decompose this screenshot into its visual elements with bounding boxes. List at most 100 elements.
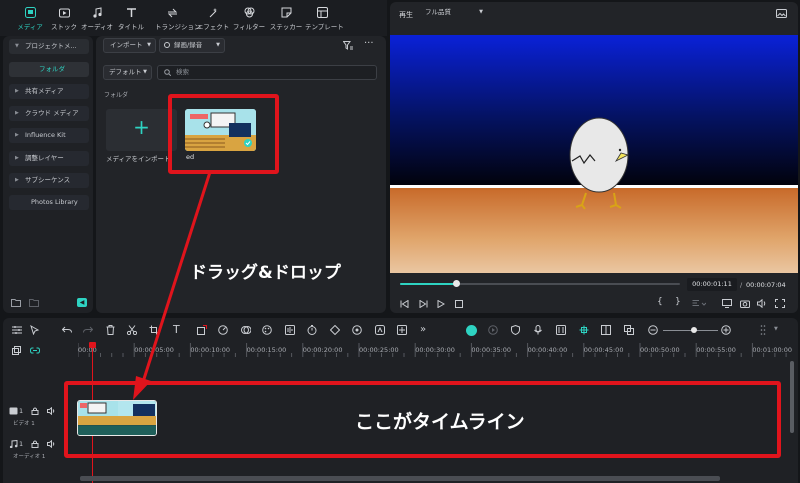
zoom-in-icon[interactable]	[721, 325, 731, 335]
folder-icon[interactable]	[29, 298, 39, 307]
mark-in-icon[interactable]: {	[657, 297, 663, 307]
sort-dropdown[interactable]: デフォルト ▼	[103, 65, 152, 80]
motion-tracking-icon[interactable]	[352, 325, 362, 335]
search-input[interactable]: 検索	[157, 65, 377, 80]
mask-icon[interactable]	[241, 325, 251, 335]
delete-trash-icon[interactable]	[106, 325, 115, 335]
previous-frame-icon[interactable]	[400, 300, 409, 308]
zoom-slider-handle[interactable]	[691, 327, 697, 333]
stop-icon[interactable]	[455, 300, 463, 308]
collapse-sidebar-button[interactable]: ◀	[77, 298, 87, 307]
import-media-tile[interactable]: +	[106, 109, 177, 151]
crop-icon[interactable]	[149, 325, 159, 335]
overlay-icon[interactable]	[624, 325, 634, 335]
shield-marker-icon[interactable]	[511, 325, 520, 335]
chevron-down-icon: ▼	[143, 69, 147, 75]
playback-progress-track[interactable]	[400, 280, 680, 287]
snapshot-image-icon[interactable]	[776, 9, 787, 18]
toolbar-stock[interactable]: ストック	[47, 7, 81, 31]
ruler-time-label: 00:00:10:00	[190, 346, 231, 354]
lock-track-icon[interactable]	[31, 440, 39, 448]
camera-icon[interactable]	[740, 299, 750, 308]
stabilize-icon[interactable]	[397, 325, 407, 335]
toolbar-sticker[interactable]: ステッカー	[269, 7, 303, 31]
sidebar-item-project-media[interactable]: ▼ プロジェクトメ...	[9, 39, 89, 54]
timeline-vertical-scrollbar[interactable]	[790, 361, 794, 433]
add-track-icon[interactable]	[12, 346, 21, 355]
more-options-icon[interactable]: ···	[364, 38, 374, 49]
undo-icon[interactable]	[62, 326, 72, 334]
toolbar-template[interactable]: テンプレート	[305, 7, 344, 31]
display-monitor-icon[interactable]	[722, 299, 732, 308]
video-preview	[390, 35, 798, 273]
annotation-box-clip	[168, 94, 279, 174]
sidebar-item-cloud-media[interactable]: ▶ クラウド メディア	[9, 106, 89, 121]
audio-track-volume-icon[interactable]	[47, 440, 56, 448]
auto-highlight-toggle[interactable]	[466, 325, 477, 336]
toolbar-effect[interactable]: エフェクト	[196, 7, 230, 31]
search-icon	[164, 69, 171, 76]
new-folder-icon[interactable]	[11, 298, 21, 307]
record-dropdown[interactable]: 録画/録音 ▼	[159, 38, 225, 53]
current-time-display[interactable]: 00:00:01:11	[687, 278, 737, 291]
caret-right-icon: ▶	[15, 155, 19, 161]
ai-tool-icon[interactable]	[375, 325, 385, 335]
microphone-icon[interactable]	[534, 325, 542, 335]
mark-out-icon[interactable]: }	[675, 297, 681, 307]
split-screen-icon[interactable]	[601, 325, 611, 335]
transform-icon[interactable]	[197, 325, 207, 335]
link-icon[interactable]	[30, 346, 40, 355]
sidebar-item-influence-kit[interactable]: ▶ Influence Kit	[9, 128, 89, 143]
video-track-volume-icon[interactable]	[47, 407, 56, 415]
toolbar-transition[interactable]: トランジション	[155, 7, 201, 31]
audio-mixer-icon[interactable]	[556, 325, 566, 335]
layout-grid-icon[interactable]	[12, 326, 22, 334]
sidebar-item-subsequence[interactable]: ▶ サブシーケンス	[9, 173, 89, 188]
playhead-handle[interactable]	[89, 342, 96, 348]
keyframe-icon[interactable]	[330, 325, 340, 335]
import-dropdown[interactable]: インポート ▼	[103, 38, 156, 53]
play-icon[interactable]	[437, 300, 445, 308]
import-media-label: メディアをインポート	[106, 155, 171, 163]
fullscreen-icon[interactable]	[775, 299, 785, 308]
sidebar-item-adjustment-layer[interactable]: ▶ 調整レイヤー	[9, 151, 89, 166]
sidebar-item-shared-media[interactable]: ▶ 共有メディア	[9, 84, 89, 99]
chevron-down-icon: ▼	[147, 42, 151, 48]
redo-icon[interactable]	[83, 326, 93, 334]
scissors-icon[interactable]	[127, 325, 137, 335]
speed-icon[interactable]	[218, 325, 228, 335]
select-cursor-icon[interactable]	[30, 325, 40, 335]
render-preview-icon[interactable]	[488, 325, 498, 335]
more-dropdown-icon[interactable]: ▼	[774, 326, 778, 332]
timer-icon[interactable]	[307, 325, 317, 335]
snap-magnet-icon[interactable]	[579, 325, 589, 335]
ruler-time-label: 00:00:20:00	[302, 346, 343, 354]
zoom-out-icon[interactable]	[648, 325, 658, 335]
marker-dropdown-icon[interactable]	[692, 300, 706, 308]
effect-icon	[209, 8, 218, 18]
preview-tab-playback[interactable]: 再生	[399, 10, 413, 20]
grid-dots-icon[interactable]	[760, 324, 766, 336]
toolbar-title[interactable]: タイトル	[114, 7, 148, 31]
zoom-slider[interactable]	[663, 327, 718, 333]
toolbar-audio[interactable]: オーディオ	[80, 7, 114, 31]
text-tool-icon[interactable]: T	[173, 323, 180, 336]
filter-funnel-icon[interactable]	[343, 41, 353, 50]
quality-dropdown[interactable]: フル品質 ▼	[419, 6, 487, 19]
timeline-toolbar: T » ▼	[3, 318, 798, 340]
sidebar-item-folder[interactable]: フォルダ	[9, 62, 89, 77]
playback-scrubber-handle[interactable]	[453, 280, 460, 287]
caret-right-icon: ▶	[15, 88, 19, 94]
more-tools-icon[interactable]: »	[420, 324, 426, 335]
toolbar-media[interactable]: メディア	[13, 7, 47, 31]
audio-track-label: オーディオ 1	[13, 454, 46, 460]
audio-stretch-icon[interactable]	[285, 325, 295, 335]
next-frame-icon[interactable]	[419, 300, 428, 308]
volume-icon[interactable]	[757, 299, 767, 308]
color-palette-icon[interactable]	[262, 325, 272, 335]
toolbar-filter[interactable]: フィルター	[232, 7, 266, 31]
lock-track-icon[interactable]	[31, 407, 39, 415]
timeline-horizontal-scrollbar[interactable]	[80, 476, 720, 481]
sticker-icon	[281, 7, 292, 18]
sidebar-item-photos-library[interactable]: Photos Library	[9, 195, 89, 210]
